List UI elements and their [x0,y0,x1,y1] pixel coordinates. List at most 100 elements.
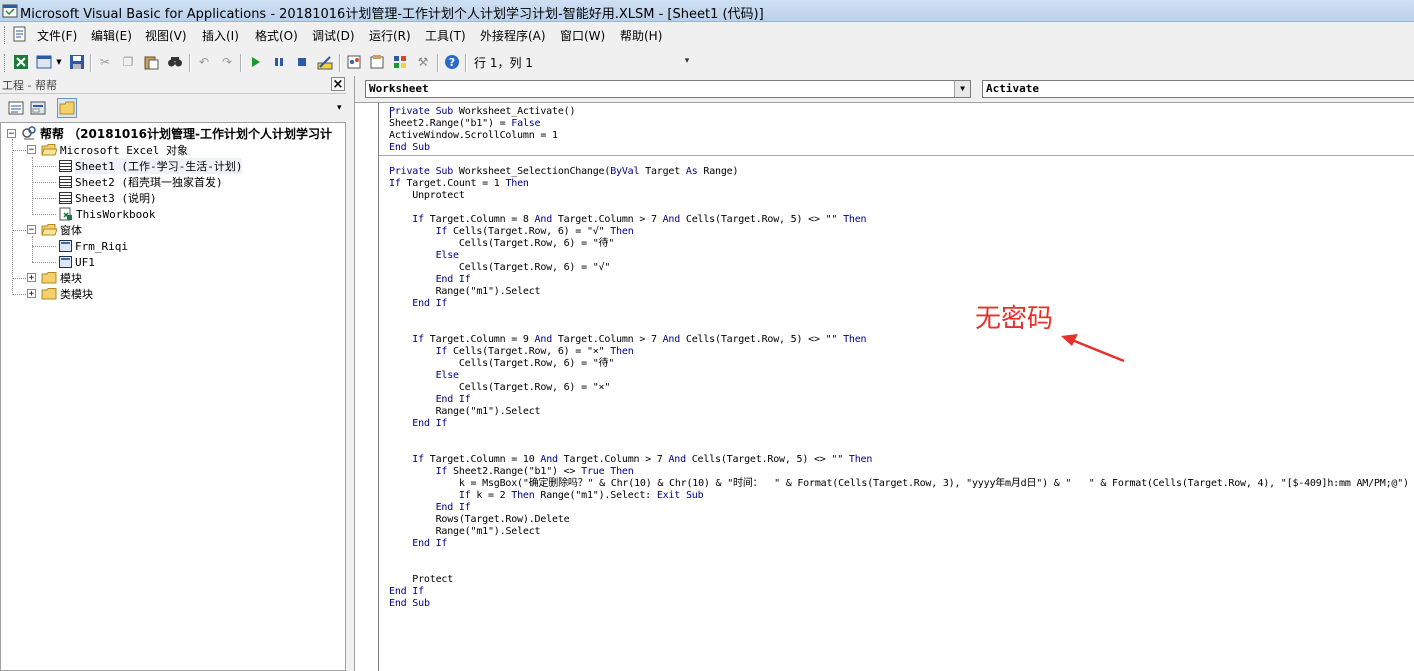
code-line[interactable]: Else [389,370,1414,382]
code-line[interactable]: Private Sub Worksheet_SelectionChange(By… [389,166,1414,178]
excel-icon[interactable] [12,53,30,71]
code-editor[interactable]: Private Sub Worksheet_Activate() Sheet2.R… [355,102,1414,671]
code-line[interactable]: Cells(Target.Row, 6) = "√" [389,262,1414,274]
object-browser-icon[interactable] [391,53,409,71]
code-line[interactable]: Range("m1").Select [389,286,1414,298]
menu-addins[interactable]: 外接程序(A) [480,27,546,44]
menu-help[interactable]: 帮助(H) [620,27,662,44]
code-line[interactable]: If Target.Column = 8 And Target.Column >… [389,214,1414,226]
tree-project-root[interactable]: 帮帮 （20181016计划管理-工作计划个人计划学习计 [21,125,332,141]
expand-class-modules-toggle[interactable]: + [27,289,36,299]
collapse-excel-objects-toggle[interactable]: − [27,145,36,155]
code-line[interactable]: If Target.Column = 10 And Target.Column … [389,454,1414,466]
view-object-button[interactable] [28,98,48,118]
code-line[interactable]: Cells(Target.Row, 6) = "待" [389,358,1414,370]
code-line[interactable] [389,550,1414,562]
menu-view[interactable]: 视图(V) [145,27,187,44]
close-icon[interactable]: × [331,77,345,92]
reset-icon[interactable] [293,53,311,71]
tree-item-thisworkbook[interactable]: ThisWorkbook [59,206,155,222]
object-combo[interactable]: Worksheet ▼ [365,80,971,98]
view-code-button[interactable] [6,98,26,118]
menu-file[interactable]: 文件(F) [37,27,77,44]
insert-userform-icon[interactable] [35,53,53,71]
code-line[interactable] [389,430,1414,442]
code-line[interactable]: If k = 2 Then Range("m1").Select: Exit S… [389,490,1414,502]
dropdown-arrow-icon[interactable]: ▼ [54,53,64,71]
tree-item-sheet3[interactable]: Sheet3 (说明) [59,190,157,206]
find-icon[interactable] [166,53,184,71]
tree-folder-excel-objects[interactable]: Microsoft Excel 对象 [41,142,188,158]
code-line[interactable]: End If [389,586,1414,598]
properties-icon[interactable] [368,53,386,71]
help-icon[interactable]: ? [443,53,461,71]
tree-folder-class-modules[interactable]: 类模块 [41,286,93,302]
code-line[interactable]: End If [389,538,1414,550]
code-line[interactable]: If Cells(Target.Row, 6) = "×" Then [389,346,1414,358]
expand-modules-toggle[interactable]: + [27,273,36,283]
toolbar-grip[interactable] [4,54,8,72]
code-line[interactable] [389,562,1414,574]
code-line[interactable]: End Sub [389,598,1414,610]
copy-icon[interactable]: ❐ [119,53,137,71]
menu-tools[interactable]: 工具(T) [425,27,466,44]
project-toolbar-chevron[interactable]: ▾ [337,103,342,113]
code-line[interactable] [389,202,1414,214]
module-doc-icon[interactable] [12,26,28,42]
menu-insert[interactable]: 插入(I) [202,27,239,44]
tree-item-sheet2[interactable]: Sheet2 (稻壳琪一独家首发) [59,174,223,190]
break-icon[interactable] [270,53,288,71]
toggle-folders-button[interactable] [57,98,77,118]
code-line[interactable] [389,442,1414,454]
code-line[interactable]: End Sub [389,142,1414,154]
code-line[interactable]: End If [389,394,1414,406]
tree-folder-modules[interactable]: 模块 [41,270,82,286]
redo-icon[interactable]: ↷ [218,53,236,71]
code-line[interactable]: If Target.Column = 9 And Target.Column >… [389,334,1414,346]
code-line[interactable]: Unprotect [389,190,1414,202]
design-mode-icon[interactable] [316,53,334,71]
code-line[interactable]: If Target.Count = 1 Then [389,178,1414,190]
code-line[interactable]: Range("m1").Select [389,406,1414,418]
code-line[interactable] [389,322,1414,334]
code-line[interactable] [389,154,1414,166]
pane-splitter[interactable] [346,76,354,671]
code-line[interactable]: Cells(Target.Row, 6) = "待" [389,238,1414,250]
run-icon[interactable] [247,53,265,71]
menu-format[interactable]: 格式(O) [255,27,298,44]
tree-item-sheet1[interactable]: Sheet1 (工作-学习-生活-计划) [59,158,243,174]
code-line[interactable]: Sheet2.Range("b1") = False [389,118,1414,130]
code-line[interactable]: Private Sub Worksheet_Activate() [389,106,1414,118]
code-line[interactable]: ActiveWindow.ScrollColumn = 1 [389,130,1414,142]
code-line[interactable]: Else [389,250,1414,262]
chevron-down-icon[interactable]: ▼ [954,81,970,97]
tree-item-frm-riqi[interactable]: Frm_Riqi [59,238,128,254]
code-line[interactable]: End If [389,418,1414,430]
project-tree[interactable]: − 帮帮 （20181016计划管理-工作计划个人计划学习计 − Microso… [0,122,346,671]
menu-window[interactable]: 窗口(W) [560,27,605,44]
code-line[interactable]: Cells(Target.Row, 6) = "×" [389,382,1414,394]
code-line[interactable]: Range("m1").Select [389,526,1414,538]
menu-debug[interactable]: 调试(D) [312,27,355,44]
collapse-forms-toggle[interactable]: − [27,225,36,235]
menu-edit[interactable]: 编辑(E) [91,27,132,44]
code-line[interactable]: End If [389,502,1414,514]
tree-folder-forms[interactable]: 窗体 [41,222,82,238]
procedure-combo[interactable]: Activate [982,80,1414,98]
code-line[interactable]: End If [389,298,1414,310]
menubar-grip[interactable] [4,26,8,44]
code-line[interactable]: If Cells(Target.Row, 6) = "√" Then [389,226,1414,238]
code-line[interactable]: If Sheet2.Range("b1") <> True Then [389,466,1414,478]
code-lines[interactable]: Private Sub Worksheet_Activate() Sheet2.R… [389,106,1414,610]
menu-run[interactable]: 运行(R) [369,27,411,44]
code-line[interactable]: Rows(Target.Row).Delete [389,514,1414,526]
code-line[interactable]: k = MsgBox("确定删除吗？" & Chr(10) & Chr(10) … [389,478,1414,490]
code-line[interactable] [389,310,1414,322]
toolbox-icon[interactable]: ⚒ [414,53,432,71]
code-line[interactable]: Protect [389,574,1414,586]
collapse-project-toggle[interactable]: − [7,129,16,139]
save-icon[interactable] [68,53,86,71]
cut-icon[interactable]: ✂ [96,53,114,71]
undo-icon[interactable]: ↶ [195,53,213,71]
code-line[interactable]: End If [389,274,1414,286]
